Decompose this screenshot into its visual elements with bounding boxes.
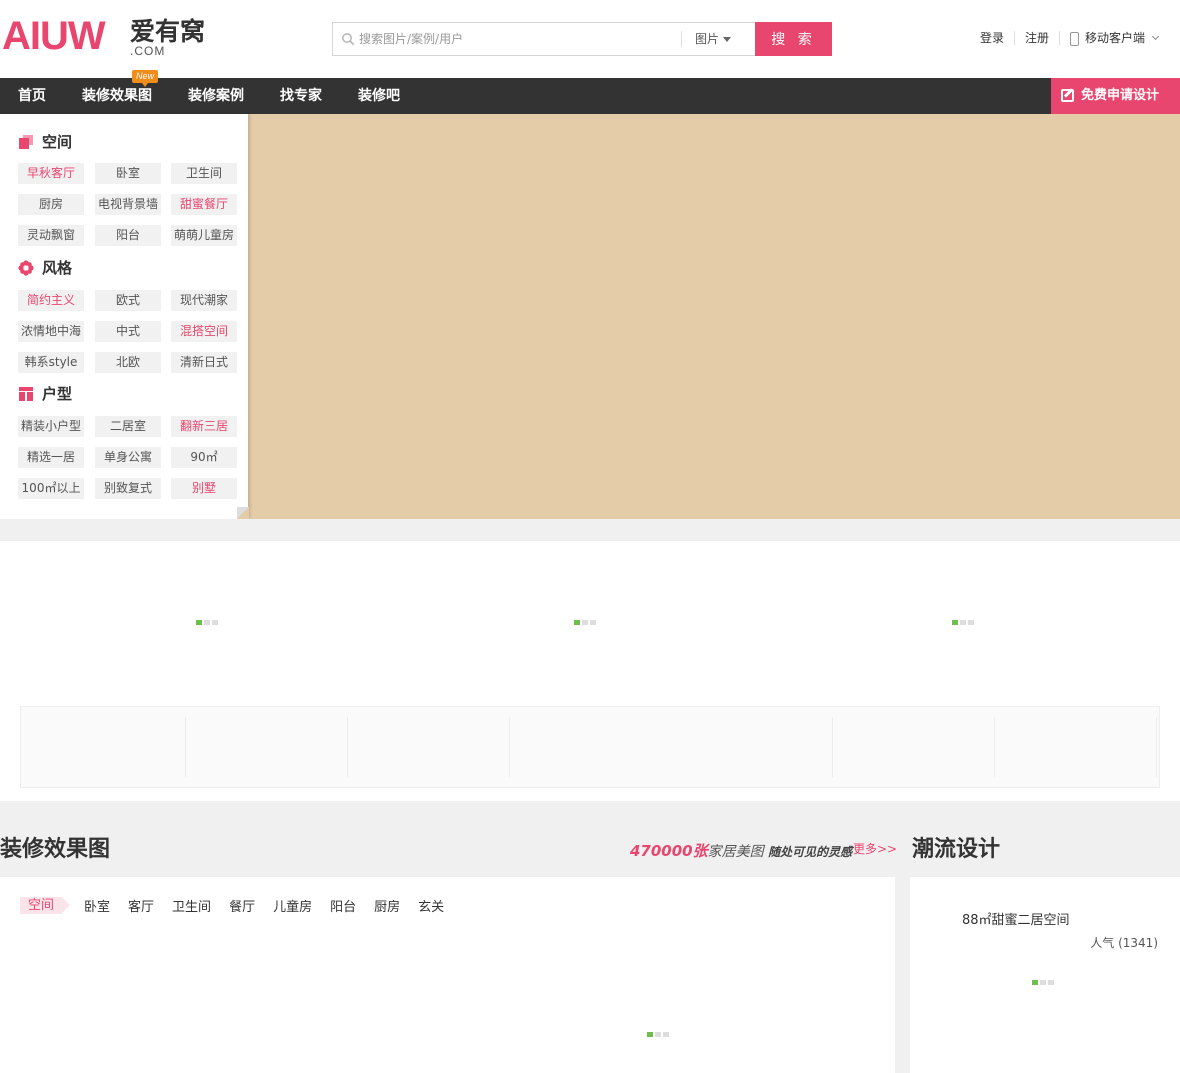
- search-type-label: 图片: [695, 32, 720, 46]
- section-title-renderings: 装修效果图: [0, 837, 111, 862]
- caret-down-icon: [723, 37, 732, 43]
- section-divider: [0, 519, 1180, 541]
- gutter: [895, 877, 910, 1073]
- tab-living-room[interactable]: 客厅: [128, 896, 154, 915]
- flower-icon: [18, 260, 34, 276]
- tag[interactable]: 甜蜜餐厅: [171, 194, 237, 215]
- tag[interactable]: 卫生间: [171, 163, 237, 184]
- floorplan-icon: [19, 387, 33, 401]
- category-panel: 空间 早秋客厅 卧室 卫生间 厨房 电视背景墙 甜蜜餐厅 灵动飘窗 阳台 萌萌儿…: [0, 114, 248, 519]
- loading-indicator: [574, 620, 598, 625]
- tab-space[interactable]: 空间: [20, 896, 71, 914]
- top-links: 登录 注册 移动客户端: [970, 30, 1168, 46]
- phone-icon: [1069, 31, 1079, 46]
- free-design-button[interactable]: 免费申请设计: [1051, 78, 1180, 114]
- design-item-title[interactable]: 88㎡甜蜜二居空间: [962, 909, 1070, 928]
- nav-home[interactable]: 首页: [18, 78, 46, 114]
- tab-bathroom[interactable]: 卫生间: [172, 896, 211, 915]
- search-bar: 图片 搜 索: [332, 22, 832, 56]
- slogan-count: 470000张: [630, 842, 708, 860]
- tab-dining[interactable]: 餐厅: [229, 896, 255, 915]
- tag[interactable]: 电视背景墙: [95, 194, 161, 215]
- search-box: 图片: [332, 22, 756, 56]
- tag[interactable]: 简约主义: [18, 290, 84, 311]
- tag[interactable]: 二居室: [95, 416, 161, 437]
- mobile-client-link[interactable]: 移动客户端: [1060, 30, 1168, 46]
- tab-bedroom[interactable]: 卧室: [84, 896, 110, 915]
- trend-panel: [910, 877, 1180, 1073]
- search-button[interactable]: 搜 索: [755, 22, 832, 56]
- category-title: 户型: [18, 384, 72, 404]
- tab-balcony[interactable]: 阳台: [330, 896, 356, 915]
- loading-indicator: [1032, 980, 1056, 985]
- tag[interactable]: 100㎡以上: [18, 478, 84, 499]
- search-input[interactable]: [359, 23, 679, 55]
- tag[interactable]: 中式: [95, 321, 161, 342]
- search-type-select[interactable]: 图片: [695, 23, 732, 55]
- tag[interactable]: 欧式: [95, 290, 161, 311]
- slogan-text: 家居美图: [707, 844, 764, 860]
- tag[interactable]: 别墅: [171, 478, 237, 499]
- free-design-label: 免费申请设计: [1081, 88, 1160, 103]
- nav-forum[interactable]: 装修吧: [358, 78, 400, 114]
- tab-kids-room[interactable]: 儿童房: [273, 896, 312, 915]
- room-tabs: 空间 卧室 客厅 卫生间 餐厅 儿童房 阳台 厨房 玄关: [20, 896, 462, 915]
- tag[interactable]: 别致复式: [95, 478, 161, 499]
- header: AIUW 爱有窝 .COM 图片 搜 索 登录 注册 移动客户端: [0, 0, 1180, 78]
- tag[interactable]: 90㎡: [171, 447, 237, 468]
- more-link[interactable]: 更多>>: [853, 840, 897, 857]
- slogan-sub: 随处可见的灵感: [768, 845, 853, 859]
- tag[interactable]: 韩系style: [18, 352, 84, 373]
- panel-fold-corner: [237, 507, 249, 519]
- tab-entrance[interactable]: 玄关: [418, 896, 444, 915]
- category-title-label: 户型: [42, 385, 73, 403]
- tag[interactable]: 单身公寓: [95, 447, 161, 468]
- register-link[interactable]: 注册: [1015, 30, 1059, 46]
- nav-experts[interactable]: 找专家: [280, 78, 322, 114]
- search-icon: [342, 33, 355, 46]
- tab-kitchen[interactable]: 厨房: [374, 896, 400, 915]
- logo-cn: 爱有窝: [130, 17, 206, 46]
- partner-strip: [20, 706, 1160, 788]
- section-slogan: 470000张家居美图 随处可见的灵感: [630, 840, 852, 861]
- tag[interactable]: 混搭空间: [171, 321, 237, 342]
- tag[interactable]: 阳台: [95, 225, 161, 246]
- logo-domain: .COM: [130, 44, 166, 58]
- tag[interactable]: 萌萌儿童房: [171, 225, 237, 246]
- loading-indicator: [196, 620, 220, 625]
- edit-icon: [1061, 89, 1074, 102]
- new-badge: New: [132, 70, 158, 87]
- tag[interactable]: 现代潮家: [171, 290, 237, 311]
- loading-indicator: [952, 620, 976, 625]
- category-title: 空间: [18, 132, 72, 152]
- category-title-label: 空间: [42, 133, 73, 151]
- section-header-bg: [0, 801, 1180, 877]
- tag[interactable]: 清新日式: [171, 352, 237, 373]
- tag[interactable]: 精装小户型: [18, 416, 84, 437]
- design-popularity: 人气 (1341): [1090, 936, 1158, 950]
- tag[interactable]: 厨房: [18, 194, 84, 215]
- tag[interactable]: 北欧: [95, 352, 161, 373]
- tag[interactable]: 精选一居: [18, 447, 84, 468]
- tag[interactable]: 卧室: [95, 163, 161, 184]
- tag[interactable]: 早秋客厅: [18, 163, 84, 184]
- tag[interactable]: 灵动飘窗: [18, 225, 84, 246]
- space-icon: [19, 135, 33, 149]
- tag[interactable]: 翻新三居: [171, 416, 237, 437]
- tag[interactable]: 浓情地中海: [18, 321, 84, 342]
- mobile-client-label: 移动客户端: [1084, 31, 1145, 45]
- chevron-down-icon: [1151, 32, 1160, 41]
- logo-text: AIUW: [2, 14, 106, 58]
- category-title-label: 风格: [42, 259, 73, 277]
- section-title-trend: 潮流设计: [912, 837, 1001, 862]
- category-title: 风格: [18, 258, 72, 278]
- nav-cases[interactable]: 装修案例: [188, 78, 244, 114]
- search-divider: [681, 31, 682, 47]
- loading-indicator: [647, 1032, 671, 1037]
- main-nav: 首页 装修效果图 New 装修案例 找专家 装修吧 免费申请设计: [0, 70, 1180, 114]
- login-link[interactable]: 登录: [970, 30, 1014, 46]
